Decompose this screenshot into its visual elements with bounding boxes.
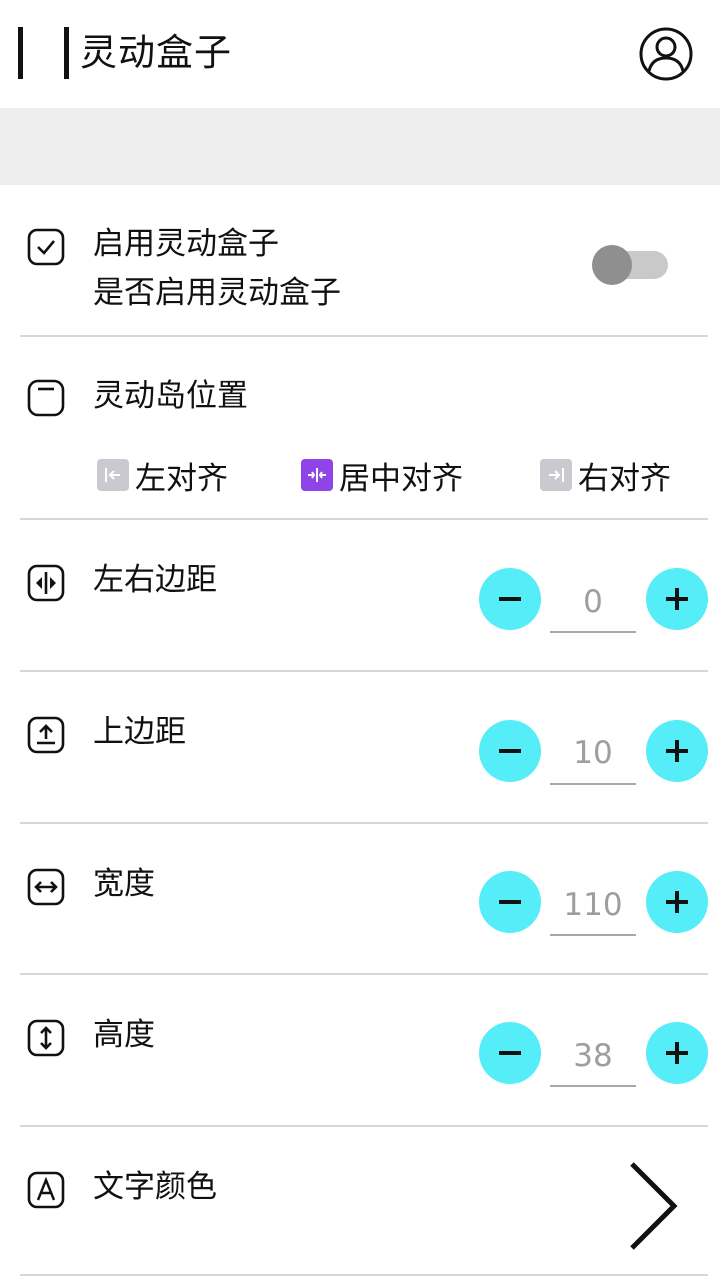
align-left-icon [97, 459, 129, 491]
height-underline [550, 1085, 636, 1087]
height-decrease-button[interactable] [479, 1022, 541, 1084]
top-margin-value[interactable]: 10 [550, 733, 636, 773]
header-spacer [0, 108, 720, 185]
text-color-title[interactable]: 文字颜色 [93, 1167, 217, 1207]
align-center-label: 居中对齐 [339, 460, 463, 497]
toggle-knob [592, 245, 632, 285]
align-right-icon [540, 459, 572, 491]
enable-title: 启用灵动盒子 [93, 226, 279, 262]
align-right-label: 右对齐 [578, 460, 671, 497]
h-margin-increase-button[interactable] [646, 568, 708, 630]
position-title: 灵动岛位置 [93, 378, 248, 414]
width-increase-button[interactable] [646, 871, 708, 933]
width-title: 宽度 [93, 866, 155, 902]
divider [20, 1274, 708, 1276]
horizontal-margin-icon [26, 563, 66, 603]
chevron-right-icon[interactable] [622, 1158, 682, 1254]
divider [20, 1125, 708, 1127]
divider [20, 670, 708, 672]
enable-toggle[interactable] [592, 245, 670, 285]
align-center-option[interactable]: 居中对齐 [301, 455, 463, 497]
top-margin-underline [550, 783, 636, 785]
divider [20, 335, 708, 337]
h-margin-underline [550, 631, 636, 633]
align-center-icon [301, 459, 333, 491]
height-value[interactable]: 38 [550, 1036, 636, 1076]
align-left-option[interactable]: 左对齐 [97, 455, 228, 497]
width-arrows-icon [26, 867, 66, 907]
checkbox-icon [26, 227, 66, 267]
top-margin-decrease-button[interactable] [479, 720, 541, 782]
height-arrows-icon [26, 1018, 66, 1058]
h-margin-decrease-button[interactable] [479, 568, 541, 630]
h-margin-title: 左右边距 [93, 562, 217, 598]
width-decrease-button[interactable] [479, 871, 541, 933]
top-margin-title: 上边距 [93, 714, 186, 750]
h-margin-value[interactable]: 0 [550, 582, 636, 622]
height-title: 高度 [93, 1017, 155, 1053]
top-margin-increase-button[interactable] [646, 720, 708, 782]
enable-subtitle: 是否启用灵动盒子 [93, 275, 341, 311]
width-underline [550, 934, 636, 936]
app-title: 灵动盒子 [80, 31, 232, 74]
align-left-label: 左对齐 [135, 460, 228, 497]
menu-bar-right-icon[interactable] [64, 27, 69, 79]
menu-bar-left-icon[interactable] [18, 27, 23, 79]
height-increase-button[interactable] [646, 1022, 708, 1084]
font-a-icon [26, 1170, 66, 1210]
divider [20, 822, 708, 824]
top-margin-icon [26, 715, 66, 755]
pill-shape-icon [26, 378, 66, 418]
divider [20, 518, 708, 520]
width-value[interactable]: 110 [550, 885, 636, 925]
align-right-option[interactable]: 右对齐 [540, 455, 671, 497]
user-circle-icon[interactable] [638, 26, 694, 82]
divider [20, 973, 708, 975]
top-app-bar: 灵动盒子 [0, 0, 720, 108]
